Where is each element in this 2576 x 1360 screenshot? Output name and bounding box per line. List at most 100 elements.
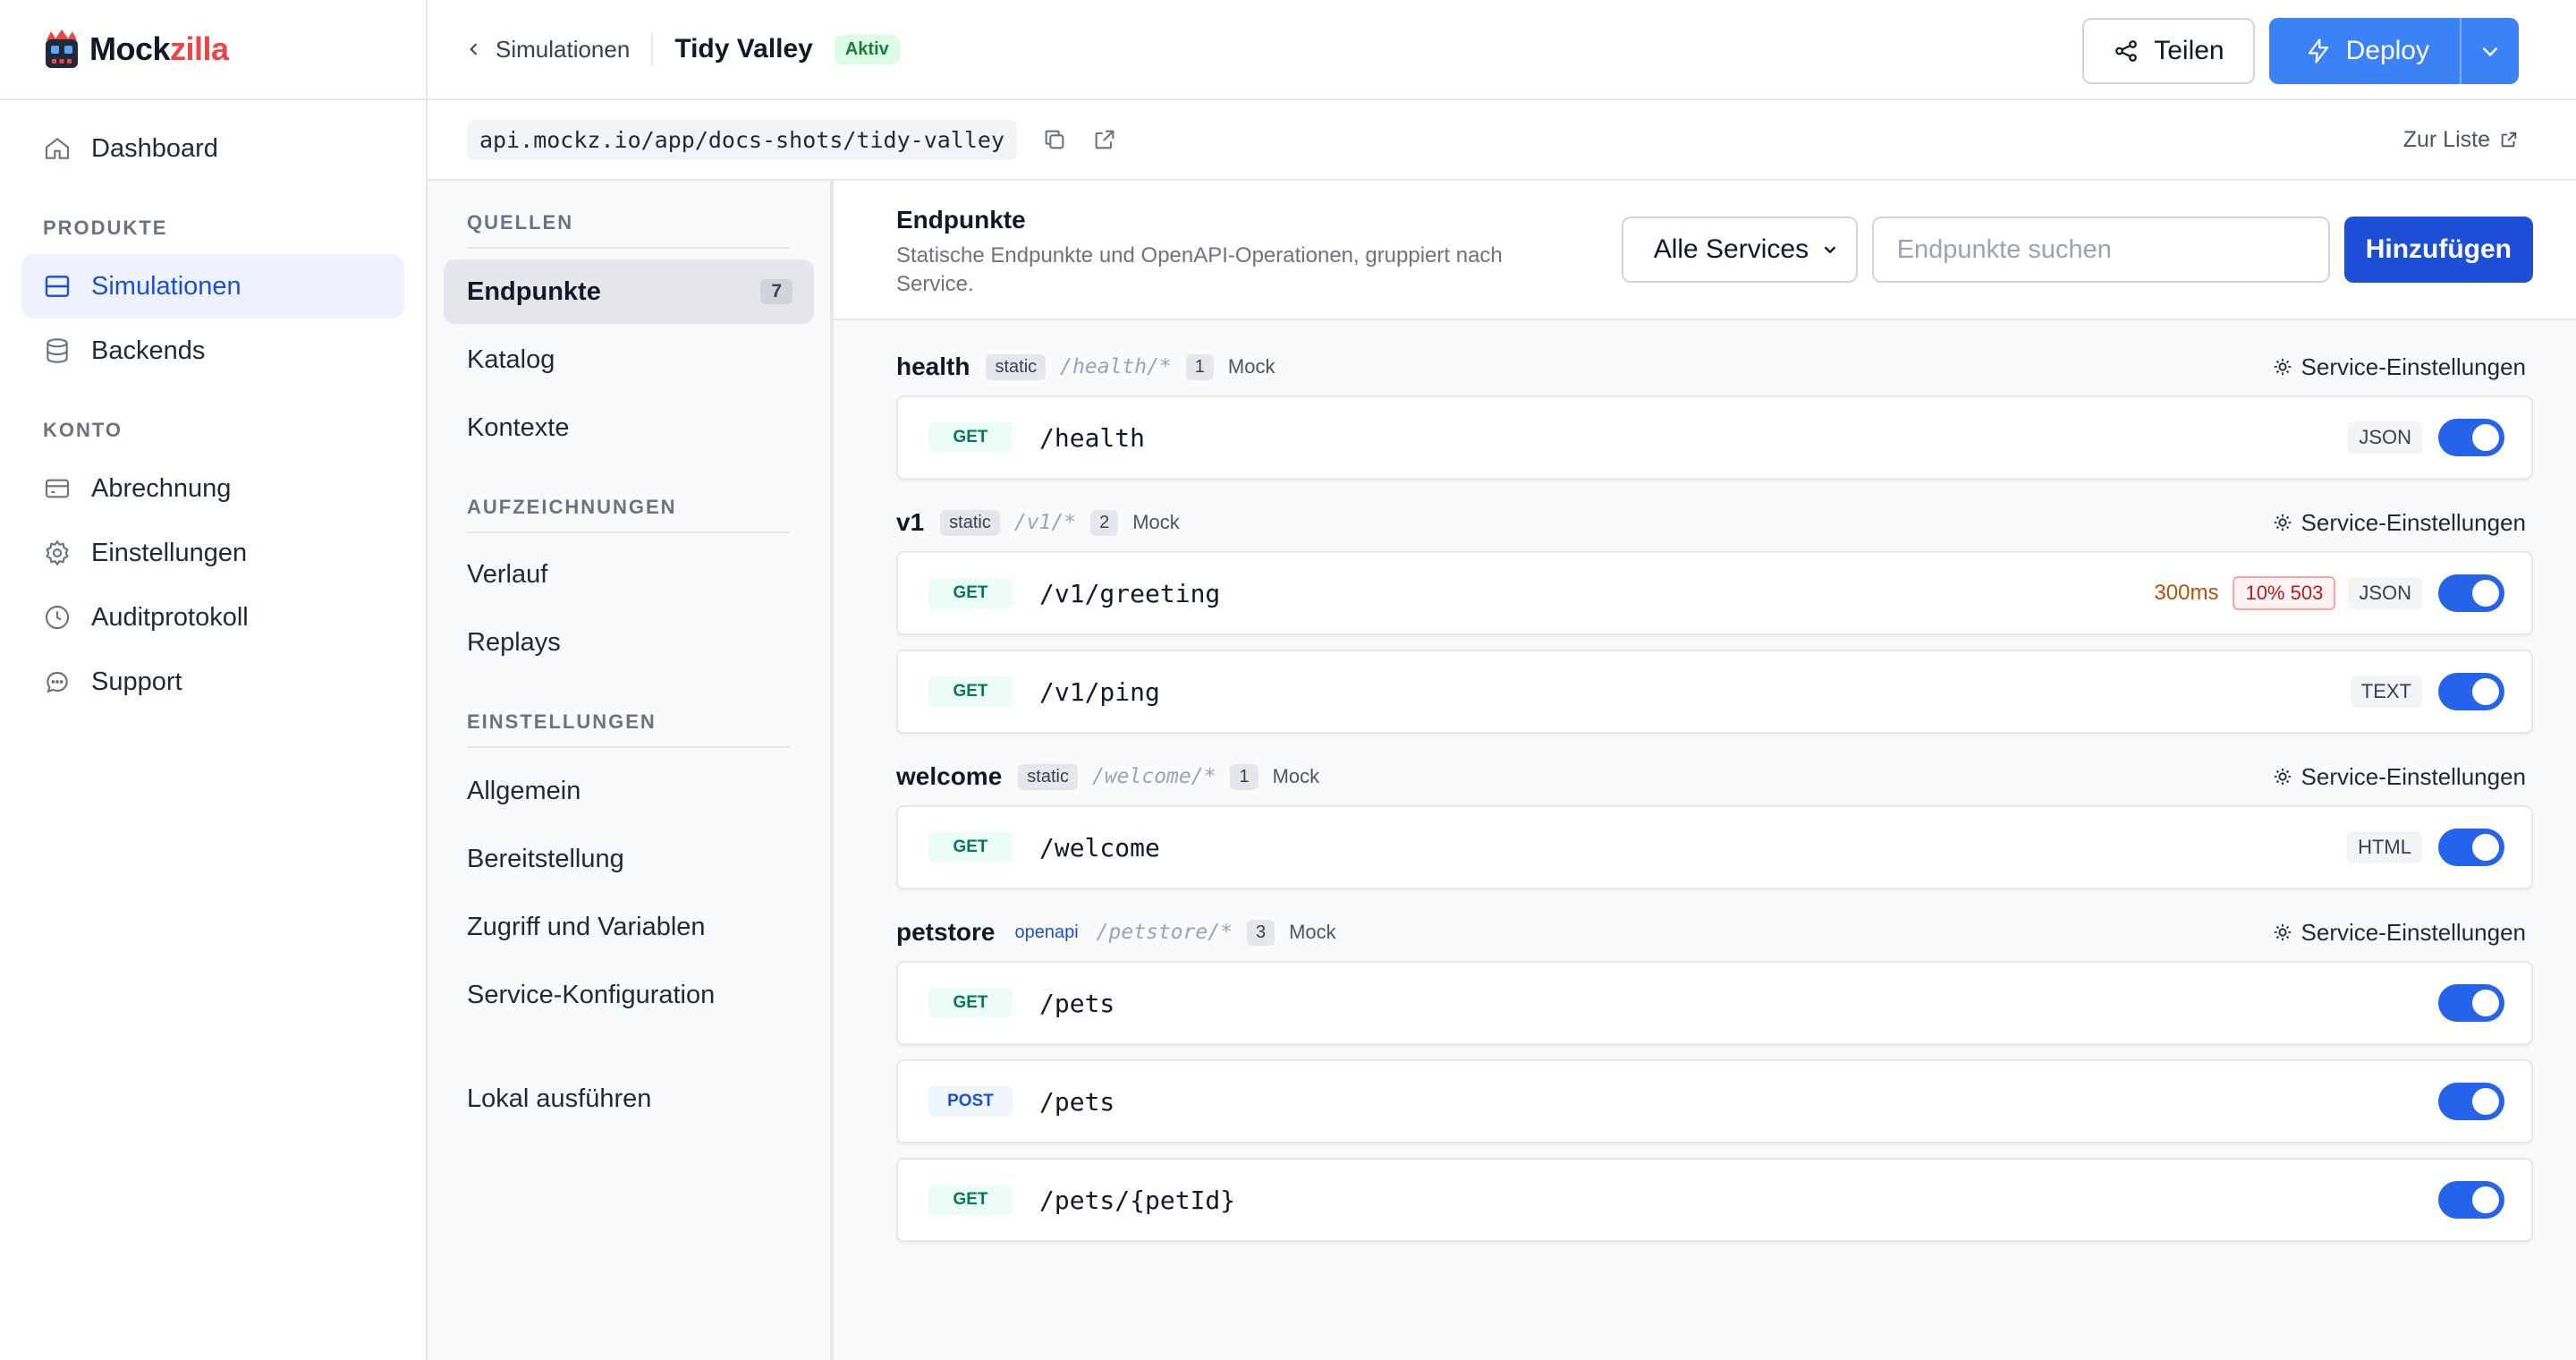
service-name: v1 [896, 508, 925, 536]
mockzilla-logo-icon [46, 30, 78, 68]
service-filter-select[interactable]: Alle Services [1621, 217, 1858, 283]
subnav-item-zugriff-und-variablen[interactable]: Zugriff und Variablen [444, 895, 814, 959]
subnav-item-replays[interactable]: Replays [444, 610, 814, 675]
share-button[interactable]: Teilen [2082, 18, 2255, 84]
sun-settings-icon [2274, 514, 2291, 531]
service-endpoint-count: 1 [1185, 353, 1214, 380]
service-settings-label: Service-Einstellungen [2301, 762, 2526, 790]
sidebar-item-auditprotokoll[interactable]: Auditprotokoll [21, 585, 404, 650]
service-settings-button[interactable]: Service-Einstellungen [2273, 919, 2526, 947]
subnav-item-label: Lokal ausführen [467, 1084, 652, 1113]
service-path: /health/* [1060, 355, 1172, 378]
subnav-item-katalog[interactable]: Katalog [444, 327, 814, 392]
endpoint-path: /v1/greeting [1039, 578, 1221, 608]
sidebar-item-dashboard[interactable]: Dashboard [21, 116, 404, 181]
service-group: welcome static /welcome/* 1 Mock Service… [896, 748, 2533, 889]
endpoint-count-badge: 7 [760, 279, 792, 304]
endpoint-enabled-toggle[interactable] [2438, 419, 2504, 456]
subnav-item-label: Bereitstellung [467, 844, 624, 873]
chevron-down-icon [2482, 47, 2498, 57]
subnav-item-service-konfiguration[interactable]: Service-Konfiguration [444, 963, 814, 1027]
sidebar-item-label: Support [91, 667, 182, 696]
open-url-button[interactable] [1092, 127, 1117, 152]
layout-icon [45, 276, 70, 297]
service-settings-button[interactable]: Service-Einstellungen [2273, 509, 2526, 537]
search-placeholder: Endpunkte suchen [1896, 234, 2112, 264]
header-actions: Teilen Deploy [2082, 18, 2519, 84]
subnav-item-bereitstellung[interactable]: Bereitstellung [444, 827, 814, 891]
service-type: Mock [1272, 765, 1320, 787]
service-kind-badge: openapi [1014, 922, 1079, 942]
endpoint-row[interactable]: POST /pets [896, 1059, 2533, 1143]
endpoint-enabled-toggle[interactable] [2438, 1083, 2504, 1120]
top-header: Simulationen Tidy Valley Aktiv Teilen De… [428, 0, 2576, 100]
panel-title: Endpunkte [896, 206, 1026, 234]
sidebar-item-simulationen[interactable]: Simulationen [21, 254, 404, 319]
subnav-section-title: AUFZEICHNUNGEN [467, 496, 791, 533]
endpoint-row[interactable]: GET /pets [896, 961, 2533, 1045]
add-endpoint-button[interactable]: Hinzufügen [2343, 217, 2533, 283]
add-endpoint-label: Hinzufügen [2365, 234, 2512, 264]
sidebar-item-label: Backends [91, 336, 206, 365]
subnav-item-endpunkte[interactable]: Endpunkte 7 [444, 259, 814, 324]
service-settings-label: Service-Einstellungen [2301, 918, 2526, 946]
endpoint-meta [2435, 1181, 2504, 1219]
subnav-section-title: EINSTELLUNGEN [467, 710, 791, 748]
endpoint-row[interactable]: GET /health JSON [896, 395, 2533, 480]
service-settings-button[interactable]: Service-Einstellungen [2273, 353, 2526, 381]
subnav-item-label: Allgemein [467, 776, 581, 805]
endpoint-meta: HTML [2347, 829, 2504, 866]
endpoint-row[interactable]: GET /v1/ping TEXT [896, 650, 2533, 734]
sidebar-item-label: Dashboard [91, 133, 218, 163]
breadcrumb-back-link[interactable]: Simulationen [465, 36, 630, 64]
page-title: Tidy Valley [674, 34, 813, 64]
service-group: health static /health/* 1 Mock Service-E… [896, 338, 2533, 480]
service-settings-button[interactable]: Service-Einstellungen [2273, 763, 2526, 791]
endpoint-search-input[interactable]: Endpunkte suchen [1871, 217, 2330, 283]
subnav-item-verlauf[interactable]: Verlauf [444, 542, 814, 607]
sidebar-item-abrechnung[interactable]: Abrechnung [21, 456, 404, 521]
response-format-badge: JSON [2348, 577, 2422, 609]
copy-url-button[interactable] [1042, 127, 1067, 152]
endpoint-enabled-toggle[interactable] [2438, 829, 2504, 866]
panel-controls: Alle Services Endpunkte suchen Hinzufüge… [1621, 217, 2533, 283]
to-list-link[interactable]: Zur Liste [2403, 127, 2519, 153]
service-kind-badge: static [940, 509, 1000, 536]
endpoint-row[interactable]: GET /v1/greeting 300ms 10% 503 JSON [896, 551, 2533, 635]
sidebar-item-einstellungen[interactable]: Einstellungen [21, 521, 404, 585]
endpoint-enabled-toggle[interactable] [2438, 673, 2504, 710]
service-path: /petstore/* [1096, 921, 1233, 944]
sun-settings-icon [2274, 358, 2291, 376]
sidebar-item-label: Abrechnung [91, 473, 232, 503]
sidebar-item-label: Auditprotokoll [91, 602, 249, 632]
sidebar-item-backends[interactable]: Backends [21, 319, 404, 383]
subnav-item-lokal-ausfuehren[interactable]: Lokal ausführen [444, 1067, 814, 1131]
external-link-icon [1095, 130, 1114, 149]
deploy-button[interactable]: Deploy [2269, 18, 2460, 84]
sun-settings-icon [2274, 923, 2291, 941]
brand[interactable]: Mockzilla [0, 0, 426, 100]
sidebar-item-support[interactable]: Support [21, 650, 404, 714]
endpoint-row[interactable]: GET /pets/{petId} [896, 1158, 2533, 1242]
clock-icon [45, 605, 70, 630]
endpoint-row[interactable]: GET /welcome HTML [896, 805, 2533, 889]
endpoint-path: /welcome [1039, 832, 1160, 863]
url-bar: api.mockz.io/app/docs-shots/tidy-valley … [428, 100, 2576, 181]
sidebar-item-label: Simulationen [91, 271, 242, 301]
share-icon [2115, 40, 2138, 62]
service-header: health static /health/* 1 Mock Service-E… [896, 338, 2533, 395]
service-type: Mock [1289, 921, 1336, 943]
status-badge: Aktiv [834, 34, 900, 64]
deploy-options-button[interactable] [2460, 18, 2519, 84]
service-type: Mock [1227, 355, 1275, 378]
endpoint-enabled-toggle[interactable] [2438, 984, 2504, 1022]
subnav-item-kontexte[interactable]: Kontexte [444, 395, 814, 460]
subnav-item-allgemein[interactable]: Allgemein [444, 759, 814, 823]
endpoints-panel: Endpunkte Statische Endpunkte und OpenAP… [832, 181, 2576, 1360]
response-format-badge: JSON [2348, 421, 2422, 454]
method-badge: GET [928, 676, 1013, 707]
endpoint-path: /pets [1039, 988, 1115, 1018]
endpoint-enabled-toggle[interactable] [2438, 1181, 2504, 1219]
endpoint-enabled-toggle[interactable] [2438, 574, 2504, 612]
service-endpoint-count: 1 [1230, 763, 1258, 790]
